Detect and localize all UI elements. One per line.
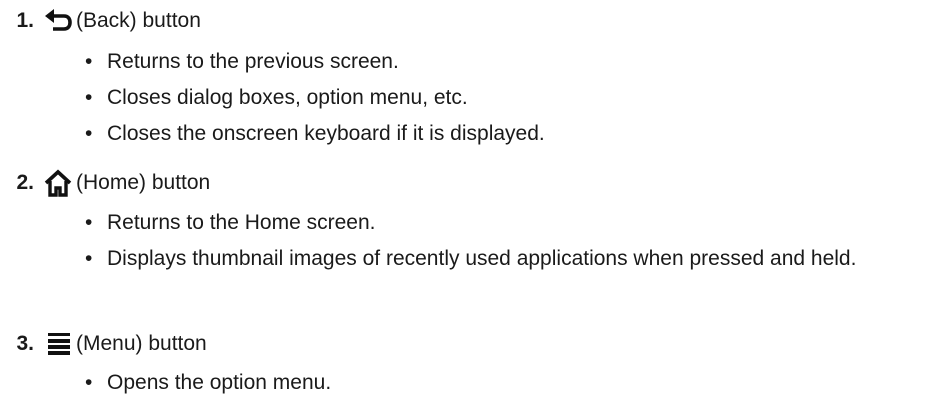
bullet-glyph: • — [85, 122, 93, 145]
item-label: (Back) button — [76, 9, 201, 32]
back-arrow-icon — [44, 7, 72, 35]
list-item: • Closes the onscreen keyboard if it is … — [85, 118, 915, 150]
bullet-glyph: • — [85, 86, 93, 109]
bullet-text: Opens the option menu. — [107, 371, 332, 394]
list-item: • Closes dialog boxes, option menu, etc. — [85, 82, 915, 114]
menu-icon — [44, 330, 72, 358]
bullet-glyph: • — [85, 371, 93, 394]
list-item: • Displays thumbnail images of recently … — [85, 243, 915, 275]
button-descriptions: 1. (Back) button • Returns to the previo… — [0, 0, 928, 405]
bullet-glyph: • — [85, 247, 93, 270]
home-icon — [44, 169, 72, 197]
bullet-text: Returns to the previous screen. — [107, 50, 399, 73]
bullet-glyph: • — [85, 50, 93, 73]
bullet-text: Closes the onscreen keyboard if it is di… — [107, 122, 545, 145]
item-back-button: 1. (Back) button — [0, 5, 201, 37]
list-item: • Opens the option menu. — [85, 367, 915, 399]
list-item: • Returns to the previous screen. — [85, 46, 915, 78]
item-menu-button: 3. (Menu) button — [0, 328, 207, 360]
bullet-text: Displays thumbnail images of recently us… — [107, 247, 857, 270]
list-item: • Returns to the Home screen. — [85, 207, 915, 239]
item-number: 2. — [16, 171, 34, 194]
bullet-glyph: • — [85, 211, 93, 234]
bullet-text: Closes dialog boxes, option menu, etc. — [107, 86, 468, 109]
item-number: 1. — [16, 9, 34, 32]
item-label: (Home) button — [76, 171, 211, 194]
item-label: (Menu) button — [76, 332, 207, 355]
bullet-text: Returns to the Home screen. — [107, 211, 376, 234]
item-home-button: 2. (Home) button — [0, 167, 210, 199]
item-number: 3. — [16, 332, 34, 355]
